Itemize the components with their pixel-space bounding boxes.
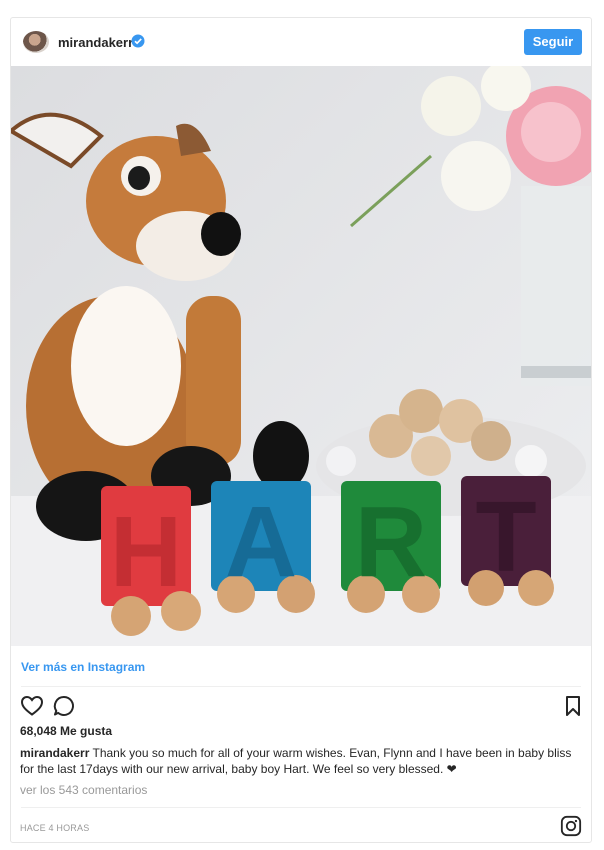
bookmark-icon[interactable]	[561, 694, 585, 718]
instagram-logo-icon[interactable]	[560, 815, 582, 837]
train-letter-a: A	[225, 486, 297, 598]
caption-text: Thank you so much for all of your warm w…	[20, 746, 572, 776]
comment-icon[interactable]	[52, 694, 76, 718]
verified-badge-icon	[131, 34, 145, 48]
caption-username[interactable]: mirandakerr	[20, 746, 89, 760]
follow-button[interactable]: Seguir	[524, 29, 582, 55]
post-photo[interactable]: H A R T	[11, 66, 591, 646]
view-comments-link[interactable]: ver los 543 comentarios	[20, 783, 147, 797]
post-caption: mirandakerr Thank you so much for all of…	[20, 745, 585, 777]
train-letter-h: H	[110, 496, 182, 608]
divider	[21, 686, 581, 687]
view-more-link[interactable]: Ver más en Instagram	[21, 660, 145, 674]
divider	[21, 807, 581, 808]
username[interactable]: mirandakerr	[58, 35, 133, 50]
post-header: mirandakerr Seguir	[11, 18, 591, 66]
heart-icon[interactable]	[20, 694, 44, 718]
train-letter-r: R	[355, 486, 427, 598]
post-timestamp[interactable]: HACE 4 HORAS	[20, 823, 89, 833]
train-letter-t: T	[475, 481, 536, 593]
instagram-embed-card: mirandakerr Seguir H A R T Ver más en In…	[10, 17, 592, 843]
likes-count[interactable]: 68,048 Me gusta	[20, 724, 112, 738]
avatar[interactable]	[23, 31, 49, 53]
